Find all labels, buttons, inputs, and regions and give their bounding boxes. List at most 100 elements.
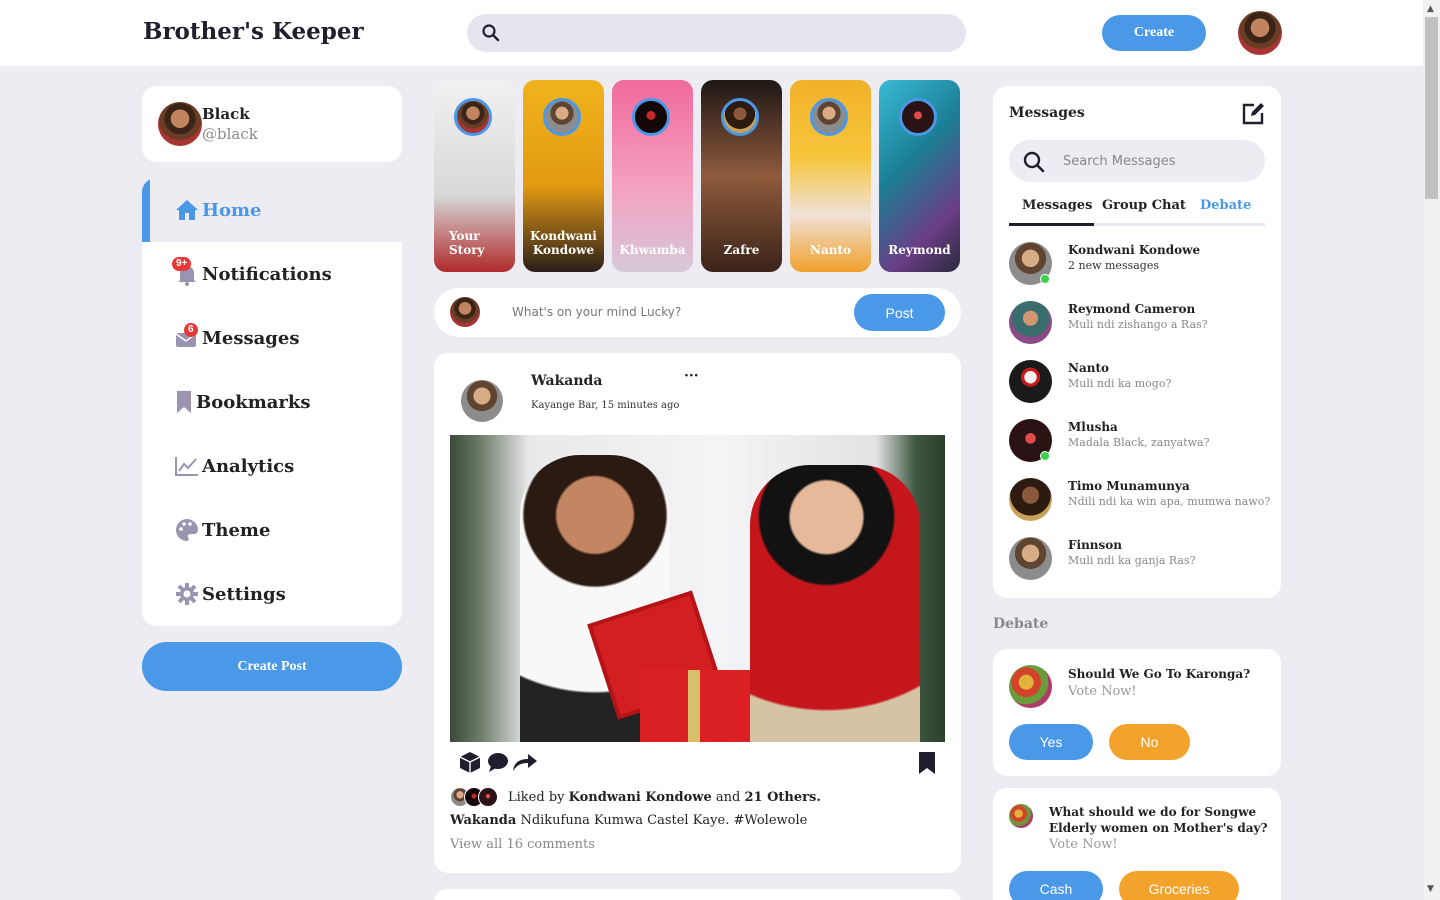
poll-question: What should we do for Songwe Elderly wom… — [1049, 805, 1268, 835]
vote-now-label: Vote Now! — [1049, 837, 1118, 852]
tab-group-chat[interactable]: Group Chat — [1102, 198, 1186, 213]
feed-post: Wakanda Kayange Bar, 15 minutes ago ··· — [434, 353, 961, 873]
avatar — [450, 297, 480, 327]
caption-text: Ndikufuna Kumwa Castel Kaye. #Wolewole — [520, 813, 808, 828]
conversation-preview: 2 new messages — [1068, 259, 1159, 272]
conversation-preview: Ndili ndi ka win apa, mumwa nawo? — [1068, 495, 1271, 508]
bookmark-icon — [174, 389, 194, 415]
message-tabs: Messages Group Chat Debate — [1009, 198, 1265, 226]
bookmark-icon[interactable] — [918, 751, 936, 779]
create-button[interactable]: Create — [1102, 15, 1206, 51]
vote-groceries-button[interactable]: Groceries — [1119, 871, 1239, 900]
scroll-down-arrow-icon[interactable]: ▼ — [1427, 884, 1434, 894]
liked-user[interactable]: Kondwani Kondowe — [569, 790, 712, 805]
page-scrollbar[interactable]: ▲ ▼ — [1423, 0, 1440, 900]
story-card[interactable]: Zafre — [701, 80, 782, 272]
poll-card: Should We Go To Karonga? Vote Now! Yes N… — [993, 649, 1281, 776]
avatar — [1009, 478, 1052, 521]
poll-card: What should we do for Songwe Elderly wom… — [993, 788, 1281, 900]
post-caption: Wakanda Ndikufuna Kumwa Castel Kaye. #Wo… — [450, 813, 807, 828]
story-name: Zafre — [723, 243, 760, 257]
liked-others[interactable]: 21 Others. — [744, 790, 820, 805]
active-tab-indicator — [1009, 223, 1094, 226]
story-card[interactable]: Kondwani Kondowe — [523, 80, 604, 272]
poll-question: Should We Go To Karonga? — [1068, 667, 1251, 681]
sidebar-item-home[interactable]: Home — [142, 178, 402, 242]
likes-text: Liked by Kondwani Kondowe and 21 Others. — [508, 789, 821, 805]
conversation-item[interactable]: Mlusha Madala Black, zanyatwa? — [1009, 419, 1269, 465]
post-author[interactable]: Wakanda — [531, 373, 602, 389]
conversation-item[interactable]: Finnson Muli ndi ka ganja Ras? — [1009, 537, 1269, 583]
story-card[interactable]: Nanto — [790, 80, 871, 272]
sidebar-item-label: Settings — [202, 583, 286, 605]
sidebar-item-theme[interactable]: Theme — [142, 498, 402, 562]
conversation-preview: Muli ndi zishango a Ras? — [1068, 318, 1208, 331]
sidebar-item-notifications[interactable]: 9+ Notifications — [142, 242, 402, 306]
search-icon — [482, 24, 500, 42]
conversation-item[interactable]: Kondwani Kondowe 2 new messages — [1009, 242, 1269, 288]
palette-icon — [174, 517, 200, 543]
sidebar-item-messages[interactable]: 6 Messages — [142, 306, 402, 370]
edit-icon[interactable] — [1241, 102, 1265, 130]
profile-name: Black — [202, 105, 250, 123]
profile-avatar[interactable] — [1238, 11, 1282, 55]
story-name: Nanto — [809, 243, 851, 257]
tab-messages[interactable]: Messages — [1022, 198, 1092, 213]
profile-handle: @black — [202, 125, 258, 143]
conversation-preview: Madala Black, zanyatwa? — [1068, 436, 1210, 449]
conversation-name: Mlusha — [1068, 420, 1118, 434]
conversation-item[interactable]: Reymond Cameron Muli ndi zishango a Ras? — [1009, 301, 1269, 347]
vote-yes-button[interactable]: Yes — [1009, 724, 1093, 760]
messages-badge: 6 — [184, 323, 198, 337]
tab-debate[interactable]: Debate — [1200, 198, 1251, 213]
conversation-name: Reymond Cameron — [1068, 302, 1196, 316]
avatar — [1009, 537, 1052, 580]
scroll-up-arrow-icon[interactable]: ▲ — [1427, 4, 1434, 14]
share-icon[interactable] — [513, 754, 537, 771]
avatar — [158, 102, 202, 146]
conversation-item[interactable]: Timo Munamunya Ndili ndi ka win apa, mum… — [1009, 478, 1271, 524]
profile-card[interactable] — [142, 86, 402, 162]
cube-icon[interactable] — [459, 752, 481, 773]
vote-now-label: Vote Now! — [1068, 684, 1137, 699]
vote-no-button[interactable]: No — [1109, 724, 1190, 760]
sidebar-item-label: Messages — [202, 327, 300, 349]
avatar — [1009, 301, 1052, 344]
post-input[interactable]: What's on your mind Lucky? — [512, 305, 681, 319]
story-avatar — [632, 98, 670, 136]
story-card[interactable]: Reymond — [879, 80, 960, 272]
online-indicator — [1040, 274, 1050, 284]
story-avatar — [810, 98, 848, 136]
story-card[interactable]: Khwamba — [612, 80, 693, 272]
conversation-name: Timo Munamunya — [1068, 479, 1190, 493]
sidebar-item-label: Home — [202, 199, 262, 221]
story-name: Reymond — [888, 243, 951, 257]
conversation-item[interactable]: Nanto Muli ndi ka mogo? — [1009, 360, 1269, 406]
story-card[interactable]: Your Story — [434, 80, 515, 272]
conversation-preview: Muli ndi ka mogo? — [1068, 377, 1172, 390]
scrollbar-thumb[interactable] — [1425, 17, 1438, 199]
story-avatar — [454, 98, 492, 136]
search-bar[interactable] — [467, 14, 966, 52]
sidebar-item-label: Analytics — [202, 455, 295, 477]
app-logo[interactable]: Brother's Keeper — [143, 18, 364, 45]
message-search-input[interactable]: Search Messages — [1009, 140, 1265, 182]
conversation-name: Finnson — [1068, 538, 1123, 552]
sidebar-item-bookmarks[interactable]: Bookmarks — [142, 370, 402, 434]
vote-cash-button[interactable]: Cash — [1009, 871, 1103, 900]
search-placeholder: Search Messages — [1063, 154, 1176, 169]
post-button[interactable]: Post — [854, 294, 945, 331]
caption-user[interactable]: Wakanda — [450, 813, 516, 828]
person-right — [750, 465, 920, 742]
sidebar-item-label: Bookmarks — [196, 391, 311, 413]
more-options-button[interactable]: ··· — [684, 368, 699, 384]
view-comments-link[interactable]: View all 16 comments — [450, 837, 595, 852]
sidebar-item-settings[interactable]: Settings — [142, 562, 402, 626]
avatar[interactable] — [461, 380, 503, 422]
conversation-preview: Muli ndi ka ganja Ras? — [1068, 554, 1196, 567]
sidebar-item-analytics[interactable]: Analytics — [142, 434, 402, 498]
comment-icon[interactable] — [488, 753, 508, 772]
create-post-button[interactable]: Create Post — [142, 642, 402, 691]
top-navbar: Brother's Keeper Create — [0, 0, 1423, 66]
messages-panel: Messages Search Messages Messages Group … — [993, 86, 1281, 598]
